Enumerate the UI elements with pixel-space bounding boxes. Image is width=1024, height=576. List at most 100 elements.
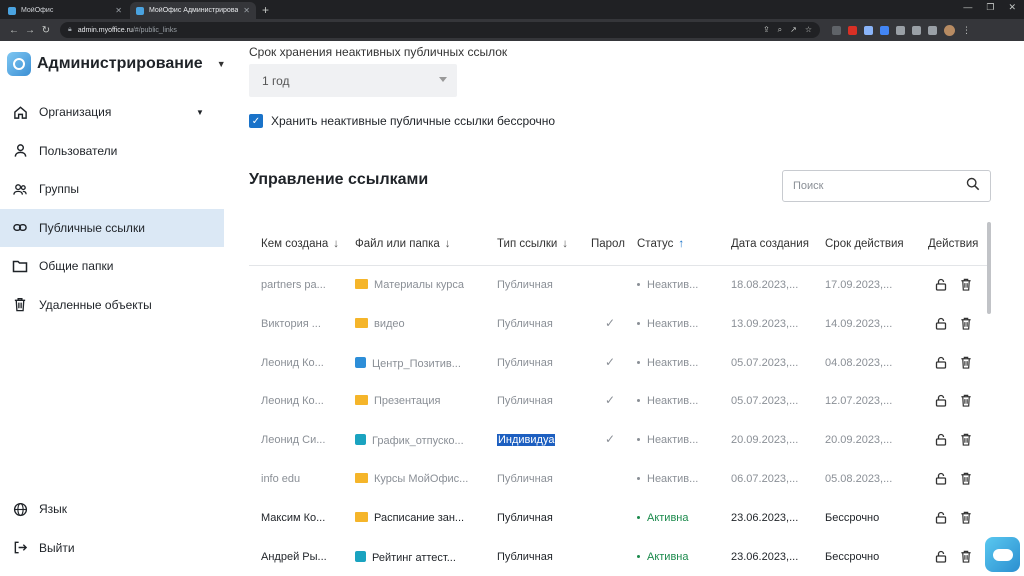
menu-icon[interactable]: ⋮: [962, 25, 971, 36]
file-name: видео: [374, 317, 405, 330]
delete-icon[interactable]: [960, 433, 972, 446]
tab-title: МойОфис: [21, 7, 54, 14]
creator-text: Виктория ...: [261, 317, 321, 330]
column-label: Статус: [637, 238, 674, 250]
table-row[interactable]: partners pa... Материалы курса Публичная Не…: [249, 266, 989, 305]
new-tab-icon[interactable]: +: [262, 3, 269, 17]
cell-password: ✓: [605, 355, 615, 369]
delete-icon[interactable]: [960, 472, 972, 485]
close-window-icon[interactable]: ✕: [1008, 2, 1016, 13]
sidebar-item-logout[interactable]: Выйти: [0, 529, 224, 568]
brand[interactable]: Администрирование ▼: [7, 52, 226, 76]
col-link-type-header[interactable]: Тип ссылки ↓: [497, 238, 568, 250]
keep-forever-checkbox[interactable]: ✓: [249, 114, 263, 128]
tab-close-icon[interactable]: ✕: [243, 6, 250, 15]
created-date: 20.09.2023,...: [731, 434, 799, 447]
sidebar-item-users[interactable]: Пользователи: [0, 132, 224, 171]
unlock-icon[interactable]: [935, 511, 947, 524]
cell-file[interactable]: Расписание зан...: [355, 511, 464, 524]
forward-icon[interactable]: →: [22, 25, 38, 36]
delete-icon[interactable]: [960, 394, 972, 408]
tab-close-icon[interactable]: ✕: [115, 6, 122, 15]
status-text: Неактив...: [647, 356, 699, 369]
sidebar-item-shared-folders[interactable]: Общие папки: [0, 247, 224, 286]
table-row[interactable]: Леонид Си... График_отпуско... Индивидуа ✓ Н…: [249, 421, 989, 460]
unlock-icon[interactable]: [935, 472, 947, 485]
send-icon[interactable]: ↗: [790, 25, 797, 35]
download-icon[interactable]: [912, 25, 921, 35]
extension-icon[interactable]: [848, 25, 857, 35]
col-created-by-header[interactable]: Кем создана ↓: [261, 238, 339, 250]
table-row[interactable]: info edu Курсы МойОфис... Публичная Неактив…: [249, 460, 989, 499]
table-row[interactable]: Виктория ... видео Публичная ✓ Неактив... 13.…: [249, 305, 989, 344]
cell-file[interactable]: Курсы МойОфис...: [355, 472, 468, 485]
share-icon[interactable]: ⇪: [763, 25, 770, 35]
sort-down-icon[interactable]: ↓: [333, 238, 339, 250]
reload-icon[interactable]: ↻: [38, 25, 54, 36]
sidebar-item-label: Общие папки: [39, 259, 114, 274]
unlock-icon[interactable]: [935, 278, 947, 291]
cell-file[interactable]: Центр_Позитив...: [355, 356, 461, 370]
unlock-icon[interactable]: [935, 356, 947, 369]
cell-status: Неактив...: [637, 357, 698, 369]
address-bar[interactable]: 🔒︎ admin.myoffice.ru/#/public_links ⇪ ⌕ …: [60, 22, 820, 38]
browser-tab-1[interactable]: МойОфис ✕: [2, 2, 128, 19]
table-row[interactable]: Максим Ко... Расписание зан... Публичная Ак…: [249, 499, 989, 538]
table-row[interactable]: Леонид Ко... Центр_Позитив... Публичная ✓ Не…: [249, 344, 989, 383]
bookmark-star-icon[interactable]: ☆: [805, 25, 812, 35]
puzzle-icon[interactable]: [896, 25, 905, 35]
zoom-icon[interactable]: ⌕: [778, 25, 782, 35]
sort-down-icon[interactable]: ↓: [562, 238, 568, 250]
browser-tab-2[interactable]: МойОфис Администрирование ✕: [130, 2, 256, 19]
extension-icon[interactable]: [880, 25, 889, 35]
delete-icon[interactable]: [960, 356, 972, 369]
sidebar-item-groups[interactable]: Группы: [0, 170, 224, 209]
keep-forever-row[interactable]: ✓ Хранить неактивные публичные ссылки бе…: [249, 114, 555, 128]
unlock-icon[interactable]: [935, 433, 947, 446]
sidebar-item-organization[interactable]: Организация ▼: [0, 93, 224, 132]
cell-created-date: 18.08.2023,...: [731, 279, 798, 291]
extension-icon[interactable]: [864, 25, 873, 35]
sidebar-item-public-links[interactable]: Публичные ссылки: [0, 208, 224, 247]
check-icon: ✓: [605, 432, 616, 447]
sidebar-item-language[interactable]: Язык: [0, 490, 224, 529]
cell-password: ✓: [605, 316, 615, 330]
search-icon[interactable]: [966, 177, 980, 196]
sidepanel-icon[interactable]: [928, 25, 937, 35]
minimize-icon[interactable]: —: [963, 2, 972, 13]
restore-icon[interactable]: ❐: [986, 2, 994, 13]
delete-icon[interactable]: [960, 278, 972, 291]
search-input[interactable]: [793, 180, 966, 192]
delete-icon[interactable]: [960, 317, 972, 330]
folder-icon: [355, 395, 368, 406]
sort-down-icon[interactable]: ↓: [445, 238, 451, 250]
sidebar-item-deleted-objects[interactable]: Удаленные объекты: [0, 286, 224, 325]
table-row[interactable]: Леонид Ко... Презентация Публичная ✓ Неактив…: [249, 382, 989, 421]
extension-icon[interactable]: [832, 25, 841, 35]
table-row[interactable]: Андрей Ры... Рейтинг аттест... Публичная Ак…: [249, 538, 989, 576]
cell-file[interactable]: Рейтинг аттест...: [355, 550, 456, 564]
back-icon[interactable]: ←: [6, 25, 22, 36]
col-status-header[interactable]: Статус ↑: [637, 238, 684, 250]
delete-icon[interactable]: [960, 511, 972, 524]
col-created-date-header: Дата создания: [731, 238, 809, 250]
cell-file[interactable]: Презентация: [355, 395, 440, 407]
retention-value: 1 год: [262, 73, 290, 88]
cell-file[interactable]: видео: [355, 317, 405, 330]
links-table: Кем создана ↓ Файл или папка ↓ Тип ссылки ↓ Па…: [249, 227, 989, 576]
unlock-icon[interactable]: [935, 317, 947, 330]
sidebar-nav: Организация ▼ Пользователи Группы Публич…: [0, 93, 224, 324]
cell-file[interactable]: График_отпуско...: [355, 434, 464, 447]
unlock-icon[interactable]: [935, 550, 947, 563]
delete-icon[interactable]: [960, 550, 972, 563]
col-file-or-folder-header[interactable]: Файл или папка ↓: [355, 238, 451, 250]
retention-select[interactable]: 1 год: [249, 64, 457, 97]
profile-avatar[interactable]: [944, 24, 955, 36]
sort-up-icon[interactable]: ↑: [678, 238, 684, 250]
sidebar-item-label: Выйти: [39, 540, 75, 555]
file-name: Рейтинг аттест...: [372, 551, 456, 564]
scrollbar-thumb[interactable]: [987, 222, 991, 314]
unlock-icon[interactable]: [935, 394, 947, 408]
cell-file[interactable]: Материалы курса: [355, 279, 464, 291]
cloud-widget-icon[interactable]: [985, 537, 1020, 572]
